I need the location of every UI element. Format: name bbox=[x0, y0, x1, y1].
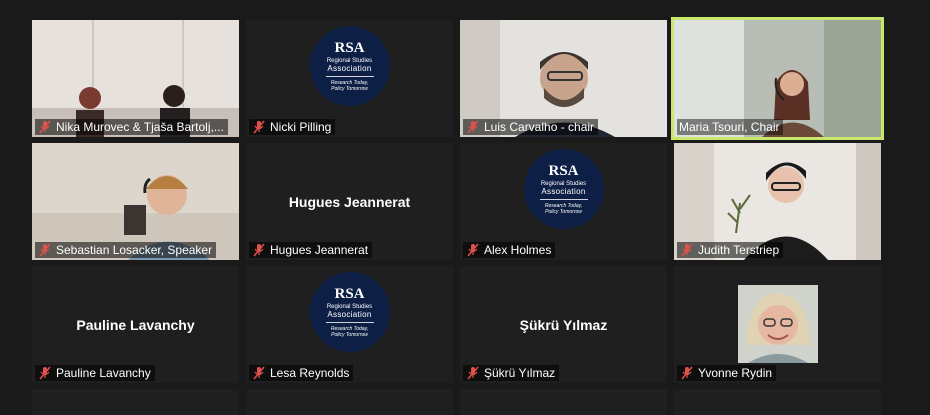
participant-name-label: Şükrü Yılmaz bbox=[463, 365, 560, 381]
participant-tile[interactable]: Yvonne Rydin bbox=[674, 266, 881, 383]
participant-name: Nika Murovec & Tjaša Bartolj,... bbox=[56, 120, 224, 134]
participant-tile-partial[interactable] bbox=[246, 389, 453, 415]
participant-tile[interactable]: Judith Terstriep bbox=[674, 143, 881, 260]
participant-name-label: Pauline Lavanchy bbox=[35, 365, 155, 381]
mic-muted-icon bbox=[253, 120, 265, 134]
participant-name: Yvonne Rydin bbox=[698, 366, 773, 380]
mic-muted-icon bbox=[467, 366, 479, 380]
participant-tile[interactable]: Şükrü Yılmaz Şükrü Yılmaz bbox=[460, 266, 667, 383]
participant-name: Judith Terstriep bbox=[698, 243, 780, 257]
participant-tile-partial[interactable] bbox=[460, 389, 667, 415]
participant-name: Luis Carvalho - chair bbox=[484, 120, 595, 134]
participant-tile[interactable]: RSA Regional Studies Association Researc… bbox=[246, 20, 453, 137]
participant-name: Lesa Reynolds bbox=[270, 366, 350, 380]
participant-tile[interactable]: Luis Carvalho - chair bbox=[460, 20, 667, 137]
mic-muted-icon bbox=[39, 366, 51, 380]
participant-name-label: Lesa Reynolds bbox=[249, 365, 354, 381]
participant-name: Hugues Jeannerat bbox=[270, 243, 369, 257]
participant-tile-partial[interactable] bbox=[674, 389, 881, 415]
participant-tile-active-speaker[interactable]: Maria Tsouri, Chair bbox=[671, 17, 884, 140]
participant-name-label: Sebastian Losacker, Speaker bbox=[35, 242, 217, 258]
participant-tile[interactable]: RSA Regional Studies Association Researc… bbox=[460, 143, 667, 260]
participant-name-label: Yvonne Rydin bbox=[677, 365, 777, 381]
mic-muted-icon bbox=[39, 243, 51, 257]
participant-name-label: Hugues Jeannerat bbox=[249, 242, 373, 258]
mic-muted-icon bbox=[253, 366, 265, 380]
participant-name-label: Judith Terstriep bbox=[677, 242, 784, 258]
mic-muted-icon bbox=[39, 120, 51, 134]
participant-name-label: Maria Tsouri, Chair bbox=[677, 119, 784, 135]
participant-tile[interactable]: Nika Murovec & Tjaša Bartolj,... bbox=[32, 20, 239, 137]
participant-name: Sebastian Losacker, Speaker bbox=[56, 243, 213, 257]
participant-name-label: Nicki Pilling bbox=[249, 119, 336, 135]
participant-display-name: Pauline Lavanchy bbox=[76, 316, 195, 333]
participant-name: Alex Holmes bbox=[484, 243, 552, 257]
participant-tile-partial[interactable] bbox=[32, 389, 239, 415]
mic-muted-icon bbox=[253, 243, 265, 257]
profile-photo bbox=[738, 285, 818, 363]
participant-name: Nicki Pilling bbox=[270, 120, 332, 134]
participant-tile[interactable]: Pauline Lavanchy Pauline Lavanchy bbox=[32, 266, 239, 383]
participant-tile[interactable]: Sebastian Losacker, Speaker bbox=[32, 143, 239, 260]
participant-tile[interactable]: RSA Regional Studies Association Researc… bbox=[246, 266, 453, 383]
participant-display-name: Şükrü Yılmaz bbox=[519, 316, 608, 333]
organization-logo: RSA Regional Studies Association Researc… bbox=[309, 272, 390, 352]
participant-name-label: Alex Holmes bbox=[463, 242, 556, 258]
mic-muted-icon bbox=[467, 120, 479, 134]
participant-name-label: Nika Murovec & Tjaša Bartolj,... bbox=[35, 119, 228, 135]
participant-display-name: Hugues Jeannerat bbox=[288, 193, 411, 210]
mic-muted-icon bbox=[681, 243, 693, 257]
mic-muted-icon bbox=[467, 243, 479, 257]
organization-logo: RSA Regional Studies Association Researc… bbox=[309, 26, 390, 106]
participant-name: Maria Tsouri, Chair bbox=[679, 120, 780, 134]
participant-name-label: Luis Carvalho - chair bbox=[463, 119, 599, 135]
participant-name: Pauline Lavanchy bbox=[56, 366, 151, 380]
participant-tile[interactable]: Hugues Jeannerat Hugues Jeannerat bbox=[246, 143, 453, 260]
mic-muted-icon bbox=[681, 366, 693, 380]
organization-logo: RSA Regional Studies Association Researc… bbox=[523, 149, 604, 229]
participant-name: Şükrü Yılmaz bbox=[484, 366, 556, 380]
